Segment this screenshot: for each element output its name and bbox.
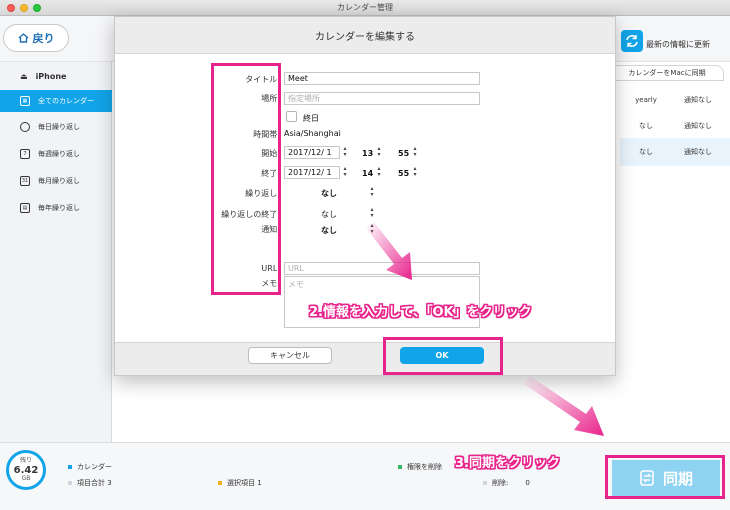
home-icon — [18, 33, 28, 43]
table-row[interactable]: なし 通知なし — [620, 138, 730, 166]
eject-icon: ⏏ — [20, 71, 28, 81]
sidebar-item-label: 毎週繰り返し — [38, 150, 80, 158]
device-row[interactable]: ⏏ iPhone — [0, 68, 112, 84]
labels-highlight-box — [211, 63, 281, 295]
sidebar-item-label: 毎年繰り返し — [38, 204, 80, 212]
start-date-input[interactable] — [284, 146, 340, 159]
storage-gauge: 残り 6.42 GB — [6, 450, 46, 490]
start-date-stepper[interactable]: ▴ ▾ — [342, 146, 348, 158]
allday-checkbox[interactable] — [286, 111, 297, 122]
timezone-value[interactable]: Asia/Shanghai — [284, 129, 341, 138]
edit-calendar-dialog: カレンダーを編集する タイトル: 場所: 終日 時間帯: Asia/Shangh… — [114, 16, 616, 376]
start-hour-stepper[interactable]: ▴ ▾ — [376, 146, 382, 158]
selected-items: 選択項目 1 — [218, 478, 262, 488]
tab-sync-to-mac[interactable]: カレンダーをMacに同期 — [610, 65, 724, 81]
deleted-count: 削除: 0 — [483, 478, 530, 488]
window-titlebar: カレンダー管理 — [0, 0, 730, 16]
sidebar-item-daily[interactable]: 毎日繰り返し — [0, 116, 112, 138]
notify-chevron[interactable]: ▴ ▾ — [369, 223, 375, 235]
dialog-form: タイトル: 場所: 終日 時間帯: Asia/Shanghai 開始: ▴▾ 1… — [115, 53, 615, 343]
sidebar-item-weekly[interactable]: 7 毎週繰り返し — [0, 143, 112, 165]
sidebar: ⏏ iPhone ▦ 全てのカレンダー 毎日繰り返し 7 毎週繰り返し 31 毎… — [0, 62, 112, 442]
dialog-title: カレンダーを編集する — [315, 32, 415, 43]
repeat-end-select[interactable]: なし — [321, 209, 337, 220]
title-input[interactable] — [284, 72, 480, 85]
end-hour-stepper[interactable]: ▴ ▾ — [376, 166, 382, 178]
cancel-button[interactable]: キャンセル — [248, 347, 332, 364]
calendar-7-icon: 7 — [20, 149, 30, 159]
end-date-input[interactable] — [284, 166, 340, 179]
sidebar-item-label: 毎日繰り返し — [38, 123, 80, 131]
calendar-icon: ▦ — [20, 96, 30, 106]
end-minute-stepper[interactable]: ▴ ▾ — [412, 166, 418, 178]
start-minute[interactable]: 55 — [398, 149, 409, 158]
back-label: 戻り — [32, 32, 55, 45]
notify-select[interactable]: なし — [321, 225, 337, 236]
allday-label: 終日 — [303, 114, 319, 123]
start-minute-stepper[interactable]: ▴ ▾ — [412, 146, 418, 158]
legend-delete-permission: 権限を削除 — [398, 462, 442, 472]
sidebar-item-monthly[interactable]: 31 毎月繰り返し — [0, 170, 112, 192]
end-hour[interactable]: 14 — [362, 169, 373, 178]
end-date-stepper[interactable]: ▴ ▾ — [342, 166, 348, 178]
end-minute[interactable]: 55 — [398, 169, 409, 178]
table-row[interactable]: なし 通知なし — [620, 112, 730, 140]
window-title: カレンダー管理 — [337, 3, 393, 12]
repeat-select-chevron[interactable]: ▴ ▾ — [369, 186, 375, 198]
device-name: iPhone — [35, 71, 67, 81]
table-row[interactable]: yearly 通知なし — [620, 86, 730, 114]
sidebar-item-yearly[interactable]: ▤ 毎年繰り返し — [0, 197, 112, 219]
ok-highlight-box — [383, 337, 503, 375]
step3-annotation: 3.同期をクリック — [455, 456, 560, 471]
total-items: 項目合計 3 — [68, 478, 112, 488]
step2-annotation: 2.情報を入力して、「OK」をクリック — [309, 305, 532, 320]
refresh-icon — [626, 35, 638, 47]
calendar-year-icon: ▤ — [20, 203, 30, 213]
legend-calendar: カレンダー — [68, 462, 112, 472]
sync-highlight-box — [605, 455, 725, 499]
start-hour[interactable]: 13 — [362, 149, 373, 158]
refresh-button[interactable] — [621, 30, 643, 52]
calendar-31-icon: 31 — [20, 176, 30, 186]
back-button[interactable]: 戻り — [3, 24, 69, 52]
location-input[interactable] — [284, 92, 480, 105]
url-input[interactable] — [284, 262, 480, 275]
clock-icon — [20, 122, 30, 132]
repeat-end-chevron[interactable]: ▴ ▾ — [369, 207, 375, 219]
sidebar-item-label: 毎月繰り返し — [38, 177, 80, 185]
refresh-label[interactable]: 最新の情報に更新 — [646, 39, 710, 50]
sidebar-item-all-calendars[interactable]: ▦ 全てのカレンダー — [0, 90, 112, 112]
repeat-select[interactable]: なし — [321, 188, 337, 199]
sidebar-item-label: 全てのカレンダー — [38, 97, 94, 105]
